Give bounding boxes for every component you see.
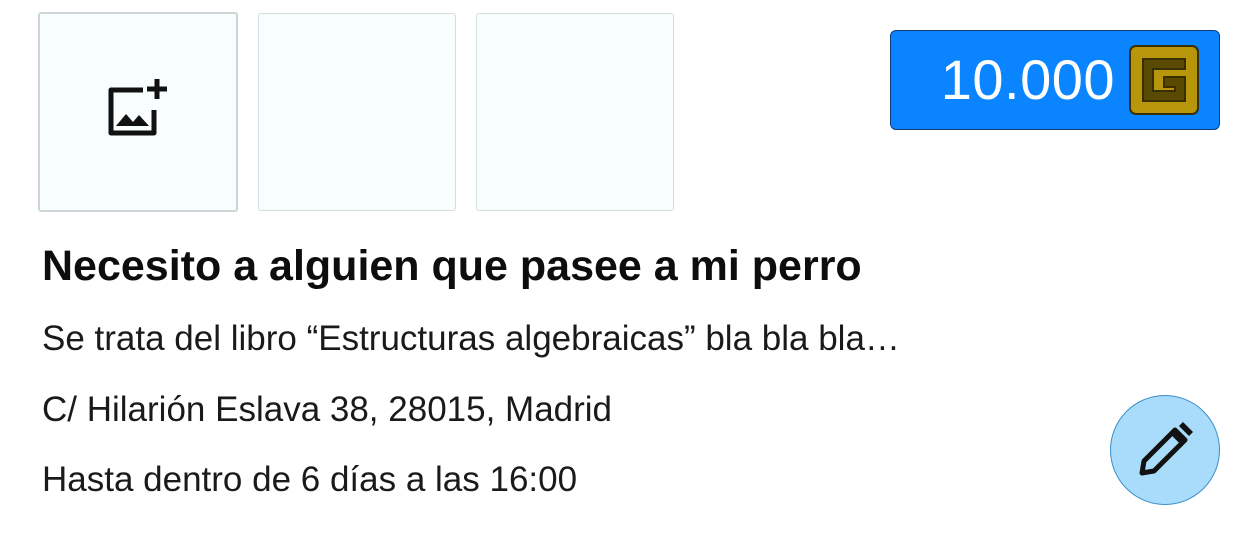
task-deadline: Hasta dentro de 6 días a las 16:00 <box>42 460 578 499</box>
add-image-button[interactable] <box>38 12 238 212</box>
task-address: C/ Hilarión Eslava 38, 28015, Madrid <box>42 390 613 429</box>
image-slot-3[interactable] <box>476 13 674 211</box>
image-gallery <box>38 12 674 212</box>
pencil-icon <box>1135 420 1195 480</box>
image-slot-2[interactable] <box>258 13 456 211</box>
price-amount: 10.000 <box>940 48 1115 111</box>
task-description: Se trata del libro “Estructuras algebrai… <box>42 319 900 358</box>
task-detail: 10.000 Necesito a alguien que pasee a mi… <box>0 0 1250 550</box>
add-photo-icon <box>103 77 173 147</box>
task-title: Necesito a alguien que pasee a mi perro <box>42 242 862 290</box>
edit-button[interactable] <box>1110 395 1220 505</box>
coin-g-icon <box>1129 45 1199 115</box>
price-badge: 10.000 <box>890 30 1220 130</box>
